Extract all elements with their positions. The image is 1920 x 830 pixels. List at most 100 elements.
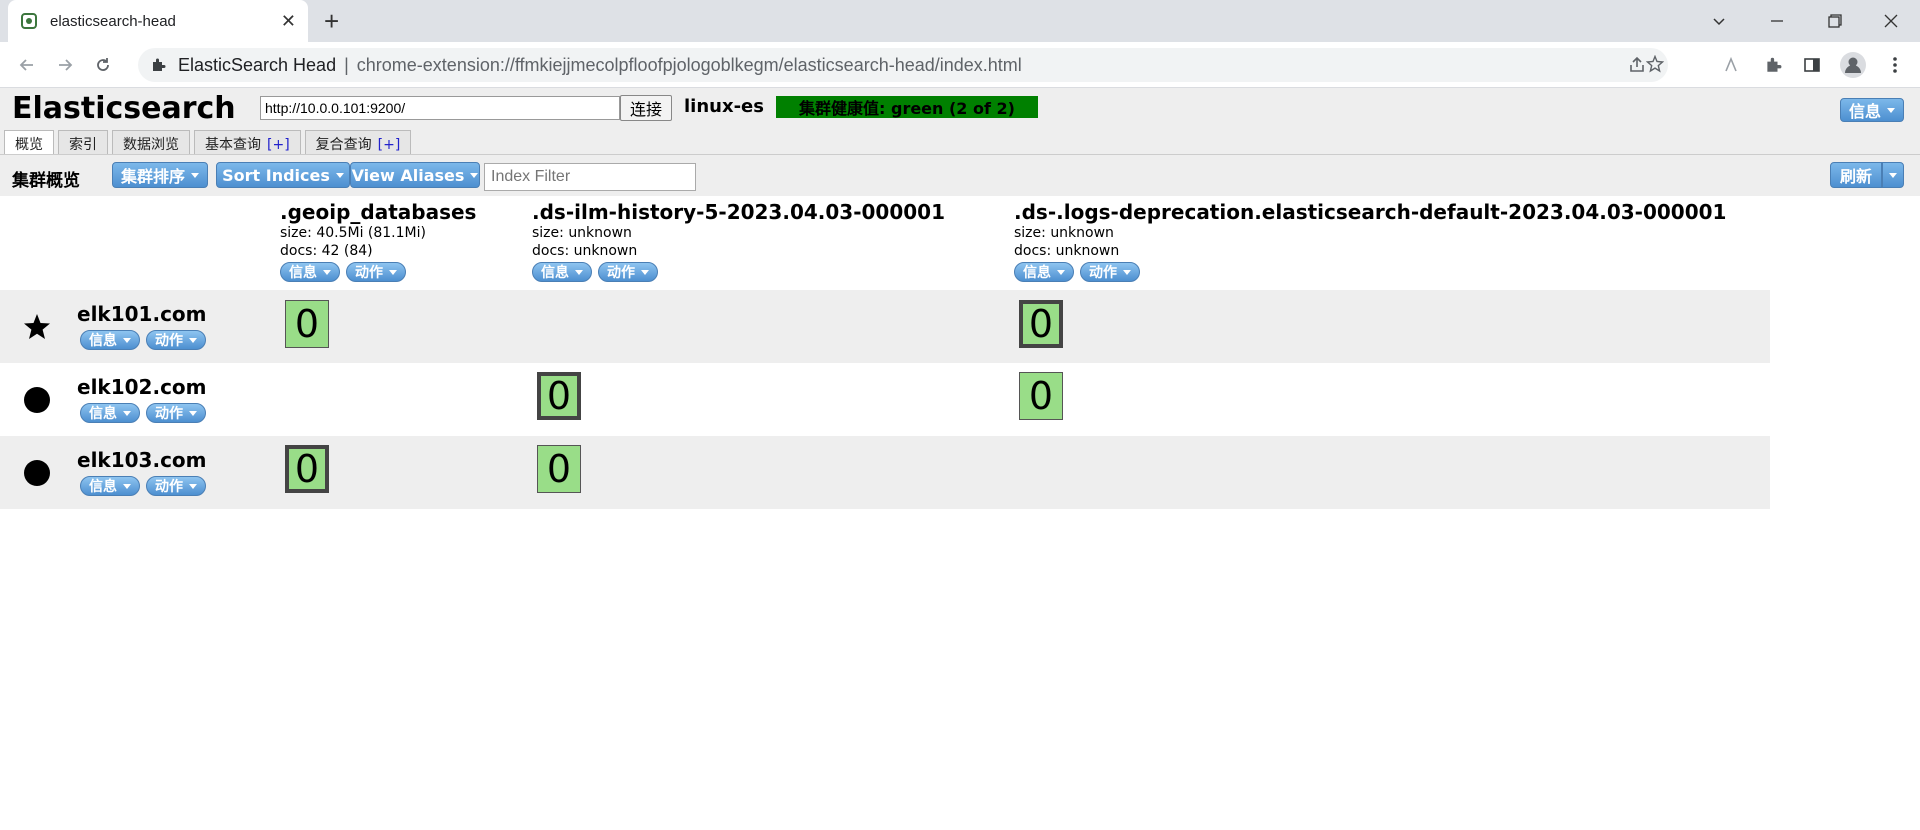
action-label: 动作 (355, 265, 383, 281)
index-action-button[interactable]: 动作 (1080, 262, 1140, 282)
tab-close-icon[interactable]: ✕ (281, 11, 296, 32)
index-docs: docs: unknown (532, 243, 638, 259)
node-info-button[interactable]: 信息 (80, 403, 140, 423)
shard-box[interactable]: 0 (1019, 372, 1063, 420)
shard-box[interactable]: 0 (537, 445, 581, 493)
caret-down-icon (335, 172, 344, 178)
back-icon[interactable] (12, 50, 42, 80)
index-action-button[interactable]: 动作 (346, 262, 406, 282)
profile-avatar[interactable] (1838, 42, 1868, 88)
extensions-puzzle-icon[interactable] (1758, 42, 1788, 88)
browser-tab[interactable]: elasticsearch-head ✕ (8, 0, 308, 42)
caret-down-icon (123, 483, 131, 489)
node-name: elk103.com (77, 448, 207, 472)
caret-down-icon (123, 410, 131, 416)
action-label: 动作 (155, 406, 183, 422)
menu-kebab-icon[interactable] (1880, 42, 1910, 88)
node-action-button[interactable]: 动作 (146, 476, 206, 496)
new-tab-icon[interactable]: + (324, 6, 339, 37)
sort-indices-button[interactable]: Sort Indices (216, 162, 350, 188)
index-info-button[interactable]: 信息 (1014, 262, 1074, 282)
close-window-icon[interactable] (1862, 0, 1920, 42)
side-panel-icon[interactable] (1797, 42, 1827, 88)
shard-box[interactable]: 0 (285, 445, 329, 493)
sort-indices-label: Sort Indices (222, 165, 330, 185)
tab-add-plus[interactable]: [+] (378, 137, 401, 153)
restore-icon[interactable] (1806, 0, 1864, 42)
info-label: 信息 (89, 406, 117, 422)
star-icon (22, 312, 52, 342)
connect-button[interactable]: 连接 (620, 95, 672, 121)
caret-down-icon (123, 337, 131, 343)
index-docs: docs: unknown (1014, 243, 1120, 259)
index-size: size: unknown (1014, 225, 1114, 241)
node-row: elk101.com 信息 动作 (0, 290, 1770, 363)
index-filter-input[interactable] (484, 163, 696, 191)
bookmark-star-icon[interactable] (1645, 54, 1665, 77)
shard-box[interactable]: 0 (285, 300, 329, 348)
node-action-button[interactable]: 动作 (146, 403, 206, 423)
tab-compound-query[interactable]: 复合查询 [+] (304, 130, 412, 154)
cluster-sort-button[interactable]: 集群排序 (112, 162, 208, 188)
url-separator: | (344, 54, 349, 75)
info-label: 信息 (89, 333, 117, 349)
tab-add-plus[interactable]: [+] (267, 137, 290, 153)
app-tabs: 概览 索引 数据浏览 基本查询 [+] 复合查询 [+] (4, 130, 415, 155)
tab-label: 复合查询 (315, 137, 372, 153)
shard-box[interactable]: 0 (1019, 300, 1063, 348)
elasticsearch-head-favicon-icon (21, 13, 37, 29)
node-row: elk103.com 信息 动作 (0, 436, 1770, 509)
node-action-button[interactable]: 动作 (146, 330, 206, 350)
info-menu-button[interactable]: 信息 (1840, 98, 1904, 122)
browser-toolbar: ElasticSearch Head | chrome-extension://… (0, 42, 1920, 88)
index-header: .ds-.logs-deprecation.elasticsearch-defa… (1014, 200, 1726, 282)
tab-title: elasticsearch-head (50, 12, 176, 30)
index-action-button[interactable]: 动作 (598, 262, 658, 282)
caret-down-icon (191, 172, 199, 178)
info-menu-label: 信息 (1848, 102, 1881, 121)
index-name: .ds-ilm-history-5-2023.04.03-000001 (532, 200, 946, 224)
url-text: chrome-extension://ffmkiejjmecolpfloofpj… (356, 54, 1022, 75)
overview-title: 集群概览 (12, 171, 80, 191)
info-label: 信息 (541, 265, 569, 281)
index-header: .ds-ilm-history-5-2023.04.03-000001 size… (532, 200, 945, 282)
shard-box[interactable]: 0 (537, 372, 581, 420)
share-icon[interactable] (1628, 56, 1646, 78)
cluster-health-badge: 集群健康值: green (2 of 2) (776, 96, 1038, 118)
caret-down-icon (1889, 172, 1897, 178)
caret-down-icon (189, 337, 197, 343)
forward-icon[interactable] (50, 50, 80, 80)
node-name: elk101.com (77, 302, 207, 326)
cluster-url-input[interactable] (260, 96, 620, 120)
tab-label: 数据浏览 (123, 137, 179, 153)
index-info-button[interactable]: 信息 (532, 262, 592, 282)
refresh-dropdown-button[interactable] (1882, 162, 1904, 188)
action-label: 动作 (155, 333, 183, 349)
view-aliases-label: View Aliases (351, 165, 465, 185)
index-size: size: unknown (532, 225, 632, 241)
node-name: elk102.com (77, 375, 207, 399)
circle-icon (22, 385, 52, 415)
node-info-button[interactable]: 信息 (80, 476, 140, 496)
action-label: 动作 (607, 265, 635, 281)
minimize-icon[interactable] (1748, 0, 1806, 42)
caret-down-icon (1123, 269, 1131, 275)
tab-overview[interactable]: 概览 (4, 130, 54, 155)
caret-down-icon (389, 269, 397, 275)
tab-indices[interactable]: 索引 (58, 130, 108, 154)
info-label: 信息 (1023, 265, 1051, 281)
reload-icon[interactable] (88, 50, 118, 80)
address-bar[interactable]: ElasticSearch Head | chrome-extension://… (138, 48, 1668, 82)
extension-puzzle-icon (153, 58, 166, 71)
tab-browser[interactable]: 数据浏览 (112, 130, 190, 154)
node-info-button[interactable]: 信息 (80, 330, 140, 350)
refresh-button[interactable]: 刷新 (1830, 162, 1882, 188)
view-aliases-button[interactable]: View Aliases (350, 162, 480, 188)
tab-search-icon[interactable] (1690, 0, 1748, 42)
caret-down-icon (641, 269, 649, 275)
index-info-button[interactable]: 信息 (280, 262, 340, 282)
tab-basic-query[interactable]: 基本查询 [+] (194, 130, 301, 154)
index-name: .geoip_databases (280, 200, 477, 224)
extension-icon[interactable] (1716, 42, 1746, 88)
caret-down-icon (323, 269, 331, 275)
